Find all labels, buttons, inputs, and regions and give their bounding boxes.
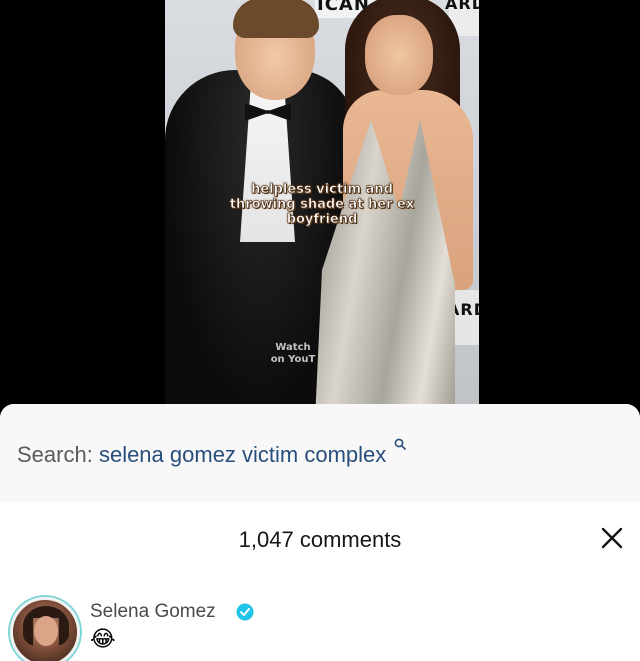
woman-face [365, 15, 433, 95]
search-icon[interactable] [394, 438, 407, 450]
comments-count: 1,047 comments [238, 527, 402, 552]
comment-item: Selena Gomez 😂 [0, 594, 640, 661]
comment-text: 😂 [90, 627, 116, 652]
verified-badge-icon [236, 603, 254, 621]
video-frame: ICAN ARD ARDS helpless victim and throwi… [165, 0, 479, 410]
comment-author[interactable]: Selena Gomez [90, 601, 216, 623]
comments-header: 1,047 comments [0, 502, 640, 582]
watermark-line: on YouT [270, 354, 316, 365]
backdrop-sign-text: ARD [445, 0, 479, 13]
search-suggestion[interactable]: Search: selena gomez victim complex [17, 438, 407, 468]
search-suggestion-bar[interactable]: Search: selena gomez victim complex [0, 404, 640, 502]
search-prefix: Search: [17, 442, 93, 467]
close-icon[interactable] [600, 526, 624, 550]
watch-on-youtube-watermark[interactable]: Watch on YouT [263, 342, 323, 366]
watermark-line: Watch [275, 342, 311, 353]
video-caption: helpless victim and throwing shade at he… [229, 182, 415, 228]
comments-panel: Search: selena gomez victim complex 1,04… [0, 404, 640, 661]
video-player[interactable]: ICAN ARD ARDS helpless victim and throwi… [0, 0, 640, 410]
man-hair [233, 0, 319, 38]
avatar[interactable] [10, 597, 80, 661]
search-query[interactable]: selena gomez victim complex [99, 442, 386, 467]
avatar-face [34, 616, 58, 646]
